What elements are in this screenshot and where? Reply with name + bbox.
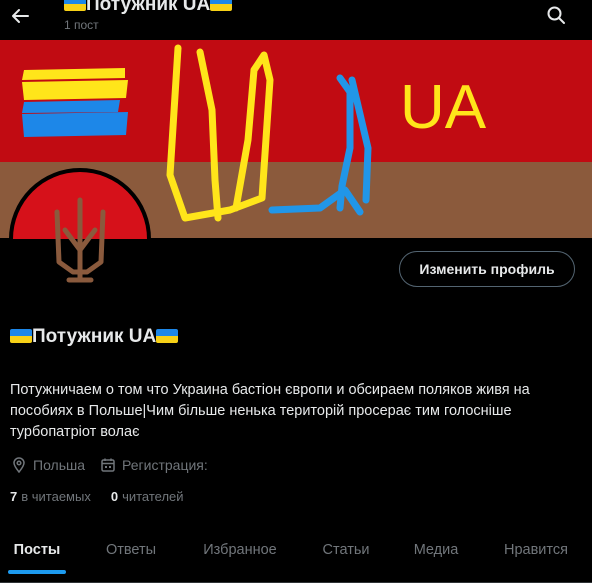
tab-label: Нравится [504,542,568,558]
display-name: Потужник UA [10,326,179,348]
location-text: Польша [33,457,86,473]
followers-link[interactable]: 0 читателей [111,489,184,504]
ukraine-flag-icon [210,0,233,11]
tab-articles[interactable]: Статьи [314,521,378,579]
follow-stats: 7в читаемых 0 читателей [10,489,184,504]
tab-likes[interactable]: Нравится [494,521,578,579]
header-title: Потужник UA [64,0,233,15]
ukraine-flag-icon [64,0,86,11]
banner-ua-text: UA [400,73,487,142]
post-count: 1 пост [64,18,99,32]
followers-count: 0 [110,489,119,504]
tab-label: Избранное [203,542,277,558]
search-button[interactable] [544,3,568,27]
arrow-left-icon [12,9,29,23]
following-link[interactable]: 7в читаемых [10,489,91,504]
header-title-block: Потужник UA 1 пост [64,0,233,32]
calendar-icon [99,456,117,474]
header-title-text: Потужник UA [86,0,211,15]
tab-label: Статьи [322,542,370,558]
profile-tabs: Посты Ответы Избранное Статьи Медиа Нрав… [0,521,592,583]
tab-bookmarks[interactable]: Избранное [192,521,288,579]
following-label: в читаемых [21,489,91,504]
tab-posts[interactable]: Посты [8,521,66,579]
following-count: 7 [10,489,18,504]
ukraine-flag-icon [10,329,32,343]
display-name-text: Потужник UA [32,326,157,347]
edit-profile-button[interactable]: Изменить профиль [399,251,575,287]
avatar[interactable] [9,168,151,310]
tab-replies[interactable]: Ответы [96,521,166,579]
search-icon [547,6,565,24]
followers-label: читателей [122,489,184,504]
avatar-image [13,172,147,306]
top-bar: Потужник UA 1 пост [0,0,592,40]
profile-meta: Польша Регистрация: [10,456,208,474]
registration-text: Регистрация: [122,457,208,473]
location-pin-icon [10,456,28,474]
profile-bio: Потужничаем о том что Украина бастіон єв… [10,382,530,440]
tab-label: Ответы [105,542,157,558]
active-tab-indicator [8,570,66,574]
tab-label: Медиа [413,542,459,558]
ukraine-flag-icon [156,329,179,343]
tab-media[interactable]: Медиа [404,521,468,579]
back-button[interactable] [6,2,34,30]
tab-label: Посты [13,542,61,558]
